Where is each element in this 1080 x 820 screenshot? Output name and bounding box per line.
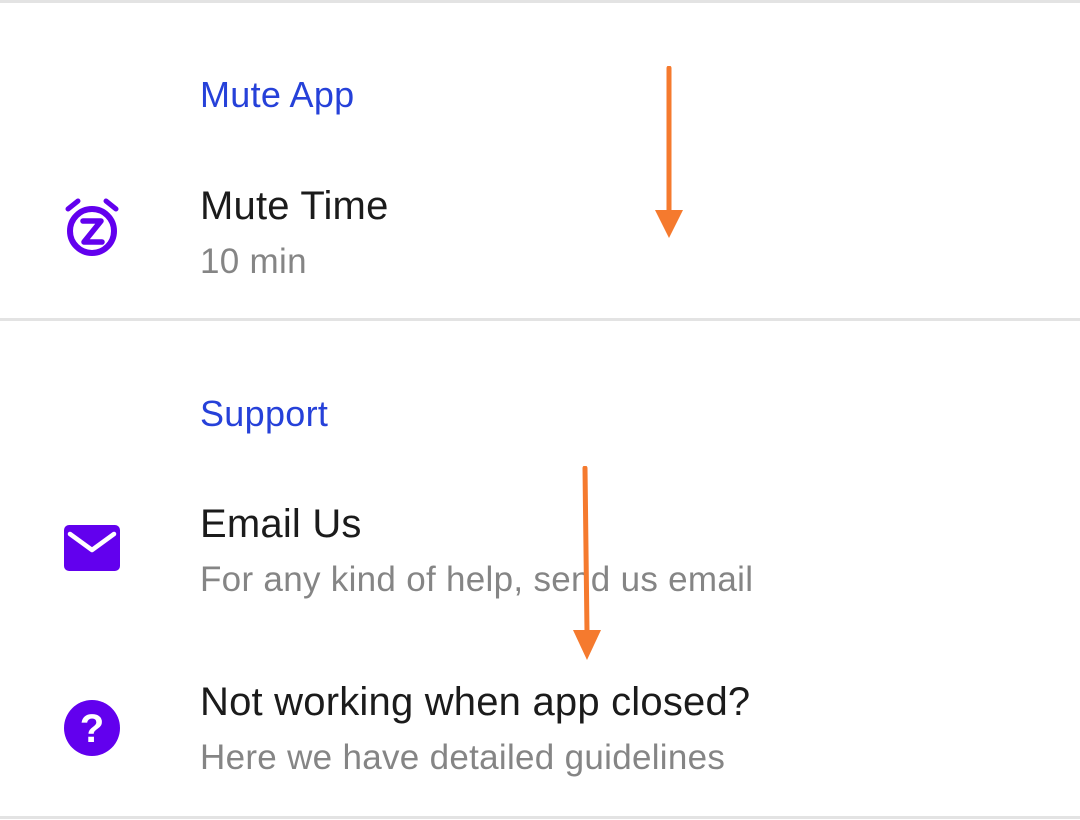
setting-item-subtitle: 10 min xyxy=(200,242,307,281)
divider xyxy=(0,0,1080,3)
section-header-support: Support xyxy=(200,393,329,434)
setting-item-title: Mute Time xyxy=(200,184,389,228)
section-header-mute-app: Mute App xyxy=(200,74,355,115)
setting-item-subtitle: Here we have detailed guidelines xyxy=(200,738,726,777)
divider xyxy=(0,816,1080,819)
mail-icon xyxy=(60,516,124,580)
svg-text:?: ? xyxy=(80,707,104,751)
divider xyxy=(0,318,1080,321)
setting-item-title: Not working when app closed? xyxy=(200,680,751,724)
setting-item-title: Email Us xyxy=(200,502,362,546)
setting-item-app-closed-help[interactable]: ? Not working when app closed? Here we h… xyxy=(0,660,1080,800)
help-circle-icon: ? xyxy=(60,696,124,760)
alarm-snooze-icon xyxy=(60,196,124,260)
setting-item-email-us[interactable]: Email Us For any kind of help, send us e… xyxy=(0,480,1080,620)
setting-item-mute-time[interactable]: Mute Time 10 min xyxy=(0,160,1080,300)
settings-screen: Mute App Mute Time 10 min Support Email … xyxy=(0,0,1080,820)
setting-item-subtitle: For any kind of help, send us email xyxy=(200,560,754,599)
